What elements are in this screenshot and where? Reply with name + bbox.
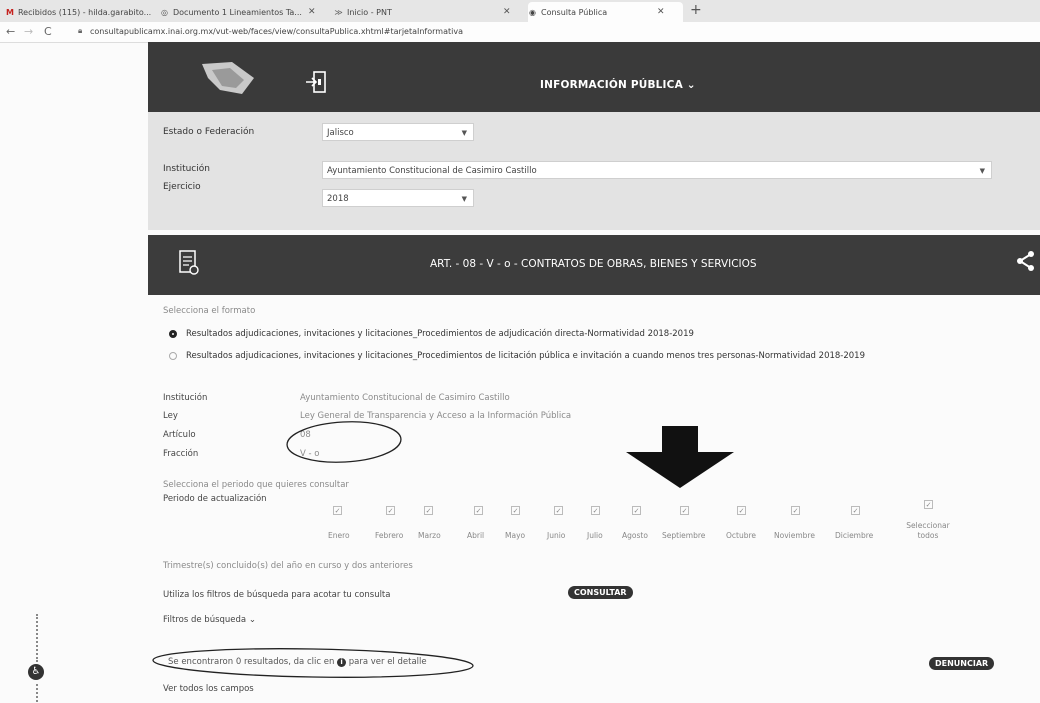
detail-fraction-label: Fracción (163, 449, 199, 459)
report-button[interactable]: DENUNCIAR (929, 657, 995, 670)
format-label: Selecciona el formato (163, 306, 256, 316)
month-label: Septiembre (662, 531, 706, 540)
reload-icon[interactable]: C (44, 25, 52, 38)
month-label: Febrero (375, 531, 404, 540)
search-filters-toggle[interactable]: Filtros de búsqueda ⌄ (163, 615, 256, 625)
search-filters-label: Filtros de búsqueda (163, 615, 247, 625)
share-icon[interactable] (1016, 250, 1036, 276)
consult-button[interactable]: CONSULTAR (568, 586, 633, 599)
detail-institution-label: Institución (163, 393, 208, 403)
login-icon[interactable] (305, 70, 327, 98)
browser-tab-bar: M Recibidos (115) - hilda.garabito... ✕ … (0, 0, 1040, 22)
month-label: Abril (467, 531, 485, 540)
back-icon[interactable]: ← (6, 25, 15, 38)
chevron-down-icon: ⌄ (686, 79, 696, 91)
accessibility-dots (36, 614, 40, 662)
month-label: Mayo (505, 531, 526, 540)
close-icon[interactable]: ✕ (503, 7, 511, 17)
format-radio-2[interactable] (169, 352, 177, 360)
lock-icon: 🔒︎ (78, 26, 83, 35)
month-label: Enero (328, 531, 350, 540)
year-select[interactable]: 2018 ▼ (322, 189, 474, 207)
detail-institution-value: Ayuntamiento Constitucional de Casimiro … (300, 393, 510, 403)
view-all-fields-link[interactable]: Ver todos los campos (163, 684, 254, 694)
checkbox-agosto[interactable]: ✓ (632, 506, 641, 515)
arrow-down-icon (626, 426, 734, 488)
period-prompt: Selecciona el periodo que quieres consul… (163, 480, 349, 490)
checkbox-noviembre[interactable]: ✓ (791, 506, 800, 515)
checkbox-diciembre[interactable]: ✓ (851, 506, 860, 515)
annotation-ellipse-article (286, 421, 402, 463)
menu-title: INFORMACIÓN PÚBLICA (540, 79, 683, 91)
checkbox-junio[interactable]: ✓ (554, 506, 563, 515)
tab-label: Inicio - PNT (347, 7, 392, 17)
month-label: Agosto (622, 531, 648, 540)
browser-tab-consulta[interactable]: ◉ Consulta Pública ✕ (528, 2, 683, 22)
checkbox-octubre[interactable]: ✓ (737, 506, 746, 515)
month-label: Octubre (726, 531, 757, 540)
browser-tab-pnt[interactable]: ≫ Inicio - PNT ✕ (334, 4, 524, 20)
period-label: Periodo de actualización (163, 494, 267, 504)
forward-icon[interactable]: → (24, 25, 33, 38)
checkbox-abril[interactable]: ✓ (474, 506, 483, 515)
checkbox-febrero[interactable]: ✓ (386, 506, 395, 515)
chevron-down-icon: ⌄ (248, 615, 256, 625)
checkbox-enero[interactable]: ✓ (333, 506, 342, 515)
site-header (148, 42, 1040, 112)
month-label: Marzo (418, 531, 441, 540)
tab-label: Consulta Pública (541, 7, 608, 17)
checkbox-julio[interactable]: ✓ (591, 506, 600, 515)
annotation-ellipse-results (152, 648, 474, 678)
checkbox-mayo[interactable]: ✓ (511, 506, 520, 515)
institution-select[interactable]: Ayuntamiento Constitucional de Casimiro … (322, 161, 992, 179)
select-all-label: Seleccionar todos (906, 521, 950, 540)
state-value: Jalisco (327, 128, 354, 138)
tab-label: Recibidos (115) - hilda.garabito... (17, 7, 152, 17)
detail-law-label: Ley (163, 411, 178, 421)
quarter-note: Trimestre(s) concluido(s) del año en cur… (163, 561, 413, 571)
document-icon (178, 248, 200, 280)
caret-down-icon: ▼ (461, 129, 467, 137)
info-publica-menu[interactable]: INFORMACIÓN PÚBLICA ⌄ (540, 79, 696, 91)
format-option-2[interactable]: Resultados adjudicaciones, invitaciones … (186, 351, 865, 361)
year-label: Ejercicio (163, 182, 201, 192)
browser-tab-docs[interactable]: ◎ Documento 1 Lineamientos Ta... ✕ (160, 4, 330, 20)
caret-down-icon: ▼ (979, 167, 985, 175)
institution-value: Ayuntamiento Constitucional de Casimiro … (327, 166, 537, 176)
institution-label: Institución (163, 164, 210, 174)
checkbox-select-all[interactable]: ✓ (924, 500, 933, 509)
month-label: Diciembre (835, 531, 874, 540)
gmail-icon: M (6, 7, 14, 17)
browser-tab-gmail[interactable]: M Recibidos (115) - hilda.garabito... ✕ (6, 4, 156, 20)
detail-article-label: Artículo (163, 430, 196, 440)
state-label: Estado o Federación (163, 127, 255, 137)
search-hint: Utiliza los filtros de búsqueda para aco… (163, 590, 391, 600)
globe-icon: ◉ (529, 7, 536, 17)
address-bar: ← → C 🔒︎ consultapublicamx.inai.org.mx/v… (0, 22, 1040, 43)
logo-icon (198, 60, 258, 100)
accessibility-icon[interactable]: ♿︎ (28, 664, 44, 680)
article-title: ART. - 08 - V - o - CONTRATOS DE OBRAS, … (430, 258, 757, 270)
close-icon[interactable]: ✕ (657, 7, 665, 17)
pnt-icon: ≫ (334, 7, 343, 17)
close-icon[interactable]: ✕ (308, 7, 316, 17)
month-label: Julio (587, 531, 603, 540)
url-field[interactable]: consultapublicamx.inai.org.mx/vut-web/fa… (90, 27, 463, 36)
docs-icon: ◎ (161, 7, 168, 17)
accessibility-dots-bottom (36, 684, 40, 702)
checkbox-marzo[interactable]: ✓ (424, 506, 433, 515)
state-select[interactable]: Jalisco ▼ (322, 123, 474, 141)
month-label: Junio (547, 531, 566, 540)
new-tab-icon[interactable]: + (690, 2, 702, 18)
month-label: Noviembre (774, 531, 815, 540)
year-value: 2018 (327, 194, 349, 204)
format-option-1[interactable]: Resultados adjudicaciones, invitaciones … (186, 329, 694, 339)
tab-label: Documento 1 Lineamientos Ta... (173, 7, 302, 17)
format-radio-1[interactable] (169, 330, 177, 338)
caret-down-icon: ▼ (461, 195, 467, 203)
checkbox-septiembre[interactable]: ✓ (680, 506, 689, 515)
